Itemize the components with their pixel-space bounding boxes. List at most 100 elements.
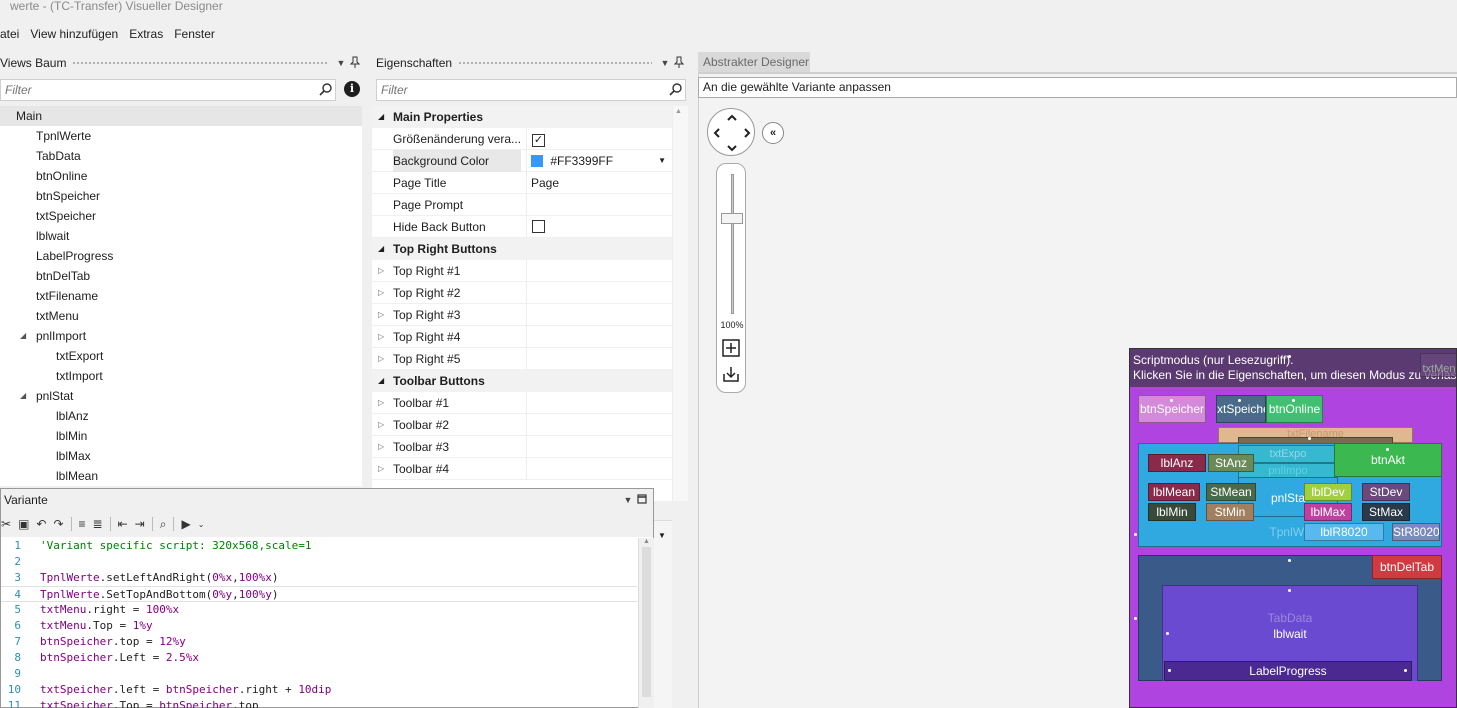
- collapse-left-icon[interactable]: «: [762, 122, 784, 144]
- tree-item[interactable]: lblwait: [0, 226, 362, 246]
- script-editor[interactable]: 1 'Variant specific script: 320x568,scale…: [1, 538, 637, 708]
- prop-background-color[interactable]: Background Color #FF3399FF ▼: [372, 150, 672, 172]
- cut-icon[interactable]: ✂: [1, 517, 11, 531]
- view-stmean[interactable]: StMean: [1206, 483, 1256, 501]
- anchor-dot[interactable]: [1134, 617, 1137, 620]
- prop-top-right-button[interactable]: ▷ Top Right #2: [372, 282, 672, 304]
- search-icon[interactable]: [317, 81, 335, 99]
- anchor-dot[interactable]: [1308, 437, 1311, 440]
- expand-arrow-icon[interactable]: ▷: [378, 304, 384, 326]
- undo-icon[interactable]: ↶: [36, 517, 46, 531]
- category-main-properties[interactable]: ◢ Main Properties: [372, 106, 672, 128]
- maximize-icon[interactable]: [635, 494, 649, 506]
- zoom-track[interactable]: [731, 174, 734, 314]
- anchor-dot[interactable]: [1404, 669, 1407, 672]
- collapse-arrow-icon[interactable]: ◢: [378, 238, 384, 260]
- outdent-icon[interactable]: ⇤: [118, 517, 128, 531]
- code-line[interactable]: 10 txtSpeicher.left = btnSpeicher.right +…: [1, 682, 637, 698]
- tree-item[interactable]: ◢ pnlImport: [0, 326, 362, 346]
- drag-grip[interactable]: [72, 60, 328, 66]
- property-grid-scrollbar[interactable]: [672, 106, 688, 501]
- prop-hide-back-button[interactable]: Hide Back Button: [372, 216, 672, 238]
- category-toolbar-buttons[interactable]: ◢ Toolbar Buttons: [372, 370, 672, 392]
- tree-item[interactable]: lblMax: [0, 446, 362, 466]
- prop-toolbar-button[interactable]: ▷ Toolbar #2: [372, 414, 672, 436]
- pin-icon[interactable]: [672, 56, 686, 70]
- prop-page-prompt[interactable]: Page Prompt: [372, 194, 672, 216]
- view-lblr8020[interactable]: lblR8020: [1304, 523, 1384, 541]
- view-stdev[interactable]: StDev: [1362, 483, 1410, 501]
- tree-item[interactable]: btnOnline: [0, 166, 362, 186]
- tree-item[interactable]: btnSpeicher: [0, 186, 362, 206]
- code-line[interactable]: 1 'Variant specific script: 320x568,scale…: [1, 538, 637, 554]
- tree-item[interactable]: TabData: [0, 146, 362, 166]
- prop-top-right-button[interactable]: ▷ Top Right #3: [372, 304, 672, 326]
- tree-item[interactable]: lblMean: [0, 466, 362, 486]
- prop-toolbar-button[interactable]: ▷ Toolbar #4: [372, 458, 672, 480]
- anchor-dot[interactable]: [1166, 632, 1169, 635]
- anchor-dot[interactable]: [1288, 589, 1291, 592]
- anchor-dot[interactable]: [1386, 448, 1389, 451]
- views-filter[interactable]: [0, 79, 336, 101]
- view-stanz[interactable]: StAnz: [1208, 454, 1254, 472]
- prop-resize[interactable]: Größenänderung vera... ✓: [372, 128, 672, 150]
- code-line[interactable]: 5 txtMenu.right = 100%x: [1, 602, 637, 618]
- view-btndeltab[interactable]: btnDelTab: [1372, 555, 1442, 579]
- code-line[interactable]: 6 txtMenu.Top = 1%y: [1, 618, 637, 634]
- code-line[interactable]: 11 txtSpeicher.Top = btnSpeicher.top: [1, 698, 637, 708]
- tree-item[interactable]: txtSpeicher: [0, 206, 362, 226]
- view-lblanz[interactable]: lblAnz: [1148, 454, 1206, 472]
- prop-value[interactable]: [526, 326, 672, 348]
- find-icon[interactable]: ⌕: [160, 517, 167, 532]
- run-icon[interactable]: ▶: [181, 517, 190, 531]
- tree-item[interactable]: lblAnz: [0, 406, 362, 426]
- page-prompt-value[interactable]: [526, 194, 672, 216]
- chevron-down-icon[interactable]: ▼: [658, 531, 672, 540]
- tree-item[interactable]: txtFilename: [0, 286, 362, 306]
- menu-extras[interactable]: Extras: [129, 24, 174, 44]
- prop-value[interactable]: [526, 260, 672, 282]
- prop-value[interactable]: [526, 436, 672, 458]
- code-line[interactable]: 3 TpnlWerte.setLeftAndRight(0%x,100%x): [1, 570, 637, 586]
- hide-back-checkbox[interactable]: [532, 220, 545, 233]
- view-str8020[interactable]: StR8020: [1392, 523, 1440, 541]
- tree-item[interactable]: btnDelTab: [0, 266, 362, 286]
- comment-icon[interactable]: ≡: [79, 517, 86, 531]
- prop-toolbar-button[interactable]: ▷ Toolbar #1: [372, 392, 672, 414]
- anchor-dot[interactable]: [1238, 399, 1241, 402]
- menu-fenster[interactable]: Fenster: [174, 24, 226, 44]
- chevron-down-icon[interactable]: ▼: [658, 150, 666, 172]
- prop-top-right-button[interactable]: ▷ Top Right #4: [372, 326, 672, 348]
- prop-toolbar-button[interactable]: ▷ Toolbar #3: [372, 436, 672, 458]
- expand-arrow-icon[interactable]: ▷: [378, 458, 384, 480]
- expand-arrow-icon[interactable]: ▷: [378, 260, 384, 282]
- chevron-down-icon[interactable]: ▼: [334, 58, 348, 68]
- prop-top-right-button[interactable]: ▷ Top Right #5: [372, 348, 672, 370]
- tree-item[interactable]: txtMenu: [0, 306, 362, 326]
- fit-to-screen-icon[interactable]: [721, 338, 741, 358]
- expand-arrow-icon[interactable]: ▷: [378, 348, 384, 370]
- anchor-dot[interactable]: [1288, 355, 1291, 358]
- page-title-value[interactable]: Page: [526, 172, 672, 194]
- uncomment-icon[interactable]: ≣: [93, 517, 103, 531]
- prop-value[interactable]: [526, 392, 672, 414]
- code-line[interactable]: 9: [1, 666, 637, 682]
- expand-arrow-icon[interactable]: ▷: [378, 392, 384, 414]
- indent-icon[interactable]: ⇥: [135, 517, 145, 531]
- paste-icon[interactable]: ▣: [18, 517, 29, 531]
- code-line[interactable]: 8 btnSpeicher.Left = 2.5%x: [1, 650, 637, 666]
- collapse-arrow-icon[interactable]: ◢: [378, 106, 384, 128]
- menu-datei[interactable]: atei: [0, 24, 30, 44]
- pin-icon[interactable]: [348, 56, 362, 70]
- view-lbldev[interactable]: lblDev: [1304, 483, 1352, 501]
- resize-checkbox[interactable]: ✓: [532, 134, 545, 147]
- tree-item[interactable]: ◢ pnlStat: [0, 386, 362, 406]
- properties-filter[interactable]: [376, 79, 686, 101]
- overflow-icon[interactable]: ⌄: [198, 520, 205, 529]
- prop-value[interactable]: [526, 282, 672, 304]
- view-stmin[interactable]: StMin: [1206, 503, 1254, 521]
- tree-item[interactable]: Main: [0, 106, 362, 126]
- view-stmax[interactable]: StMax: [1362, 503, 1410, 521]
- code-line[interactable]: 2: [1, 554, 637, 570]
- expand-arrow-icon[interactable]: ▷: [378, 326, 384, 348]
